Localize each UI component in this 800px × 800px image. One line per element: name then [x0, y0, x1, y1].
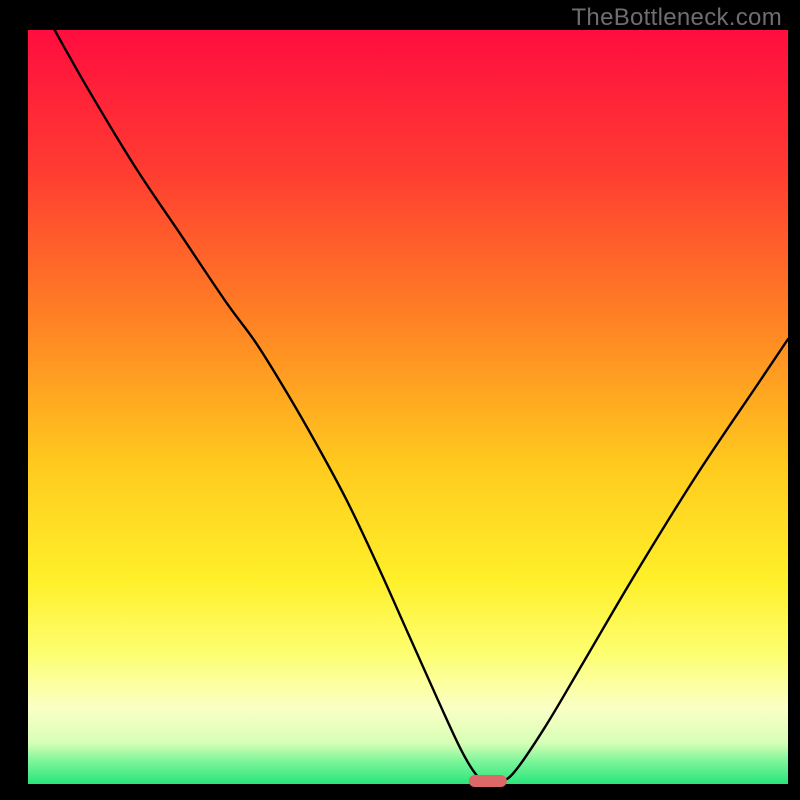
optimal-marker	[469, 775, 507, 787]
watermark-text: TheBottleneck.com	[571, 4, 782, 32]
chart-frame: TheBottleneck.com	[0, 0, 800, 800]
bottleneck-chart	[0, 0, 800, 800]
plot-background	[28, 30, 788, 784]
